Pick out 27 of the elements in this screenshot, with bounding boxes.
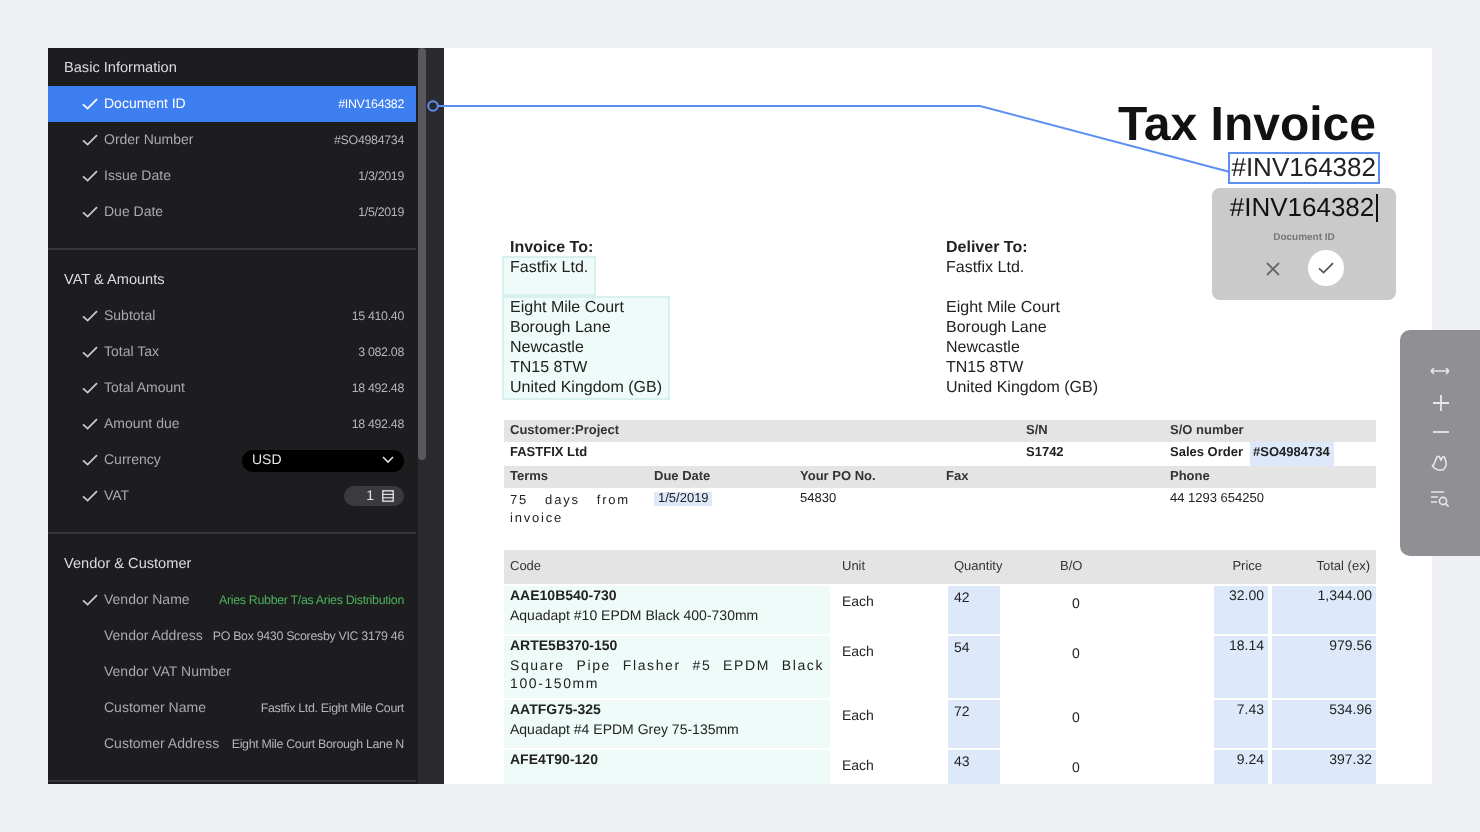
address-line: Eight Mile Court bbox=[510, 298, 626, 318]
address-heading: Invoice To: bbox=[510, 238, 594, 258]
address-line: United Kingdom (GB) bbox=[510, 378, 663, 398]
scrollbar-thumb[interactable] bbox=[418, 48, 426, 460]
address-line: TN15 8TW bbox=[946, 358, 1026, 378]
address-line: Eight Mile Court bbox=[946, 298, 1062, 318]
check-icon bbox=[1317, 262, 1333, 274]
address-line: Borough Lane bbox=[946, 318, 1049, 338]
cancel-button[interactable] bbox=[1265, 261, 1279, 275]
address-line: Borough Lane bbox=[510, 318, 613, 338]
document-title: Tax Invoice bbox=[1118, 100, 1376, 152]
address-heading: Deliver To: bbox=[946, 238, 1028, 258]
list-search-icon[interactable] bbox=[1430, 490, 1450, 508]
table-icon bbox=[382, 490, 394, 502]
address-line: United Kingdom (GB) bbox=[946, 378, 1099, 398]
zoom-in-icon[interactable] bbox=[1431, 394, 1449, 412]
address-line: Fastfix Ltd. bbox=[510, 258, 589, 278]
address-line: Newcastle bbox=[510, 338, 586, 358]
address-line: TN15 8TW bbox=[510, 358, 590, 378]
fit-width-icon[interactable] bbox=[1430, 366, 1450, 376]
chevron-down-icon bbox=[382, 456, 394, 464]
confirm-button[interactable] bbox=[1307, 250, 1343, 286]
address-line: Fastfix Ltd. bbox=[946, 258, 1025, 278]
document-id-highlight[interactable]: #INV164382 bbox=[1227, 152, 1380, 184]
close-icon bbox=[1265, 261, 1279, 275]
document-id-input[interactable]: #INV164382 bbox=[1229, 192, 1379, 222]
address-line: Newcastle bbox=[946, 338, 1022, 358]
